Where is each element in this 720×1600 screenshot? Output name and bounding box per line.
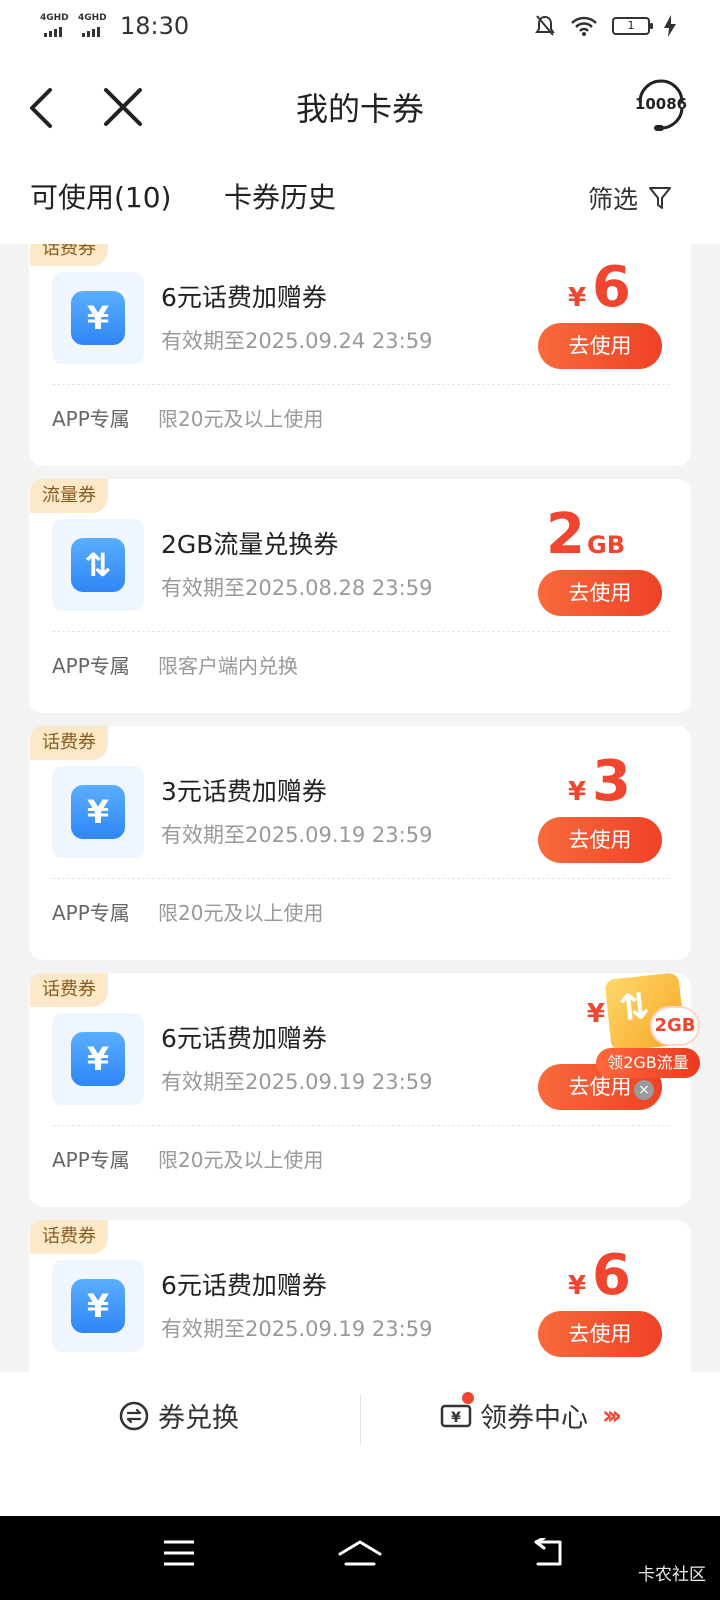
coupon-expiry: 有效期至2025.08.28 23:59 [161,576,433,600]
currency-symbol: ¥ [567,1271,587,1301]
divider [360,1394,361,1444]
promo-label[interactable]: 领2GB流量 [596,1048,700,1078]
coupon-condition: 限20元及以上使用 [158,1148,324,1172]
tab-available[interactable]: 可使用(10) [30,176,171,216]
ticket-icon: ¥ [440,1391,474,1432]
coupon-value: ¥6 [568,1246,631,1306]
coupon-value: 2 GB [546,505,625,565]
center-label: 领券中心 [480,1403,588,1434]
divider [52,878,670,879]
currency-symbol: ¥ [567,777,587,807]
tab-bar: 可使用(10) 卡券历史 筛选 [0,156,720,244]
bell-off-icon [535,15,555,36]
yuan-icon: ¥ [71,1279,125,1333]
back-nav-icon[interactable] [530,1538,566,1570]
watermark: 卡农社区 [638,1565,706,1585]
coupon-card[interactable]: 话费券 ¥ 6元话费加赠券 有效期至2025.09.19 23:59 ¥ 去使用… [29,973,691,1207]
coupon-icon-box: ¥ [52,766,144,858]
service-number: 10086 [634,95,688,113]
svg-text:¥: ¥ [451,1410,461,1426]
exchange-label: 券兑换 [158,1403,239,1434]
coupon-channel: APP专属 [52,1148,130,1172]
coupon-expiry: 有效期至2025.09.19 23:59 [161,1070,433,1094]
close-icon[interactable]: × [634,1080,654,1100]
home-icon[interactable] [336,1538,384,1572]
currency-symbol: ¥ [567,283,587,313]
signal-icon: 4GHD [78,13,108,39]
use-button[interactable]: 去使用 [538,1311,662,1357]
coupon-tag: 话费券 [30,244,108,266]
coupon-icon-box: ¥ [52,272,144,364]
coupon-expiry: 有效期至2025.09.19 23:59 [161,823,433,847]
value-number: 3 [592,749,631,814]
value-number: 6 [592,1243,631,1308]
coupon-name: 3元话费加赠券 [161,777,327,806]
coupon-condition: 限20元及以上使用 [158,407,324,431]
status-bar: 4GHD 4GHD 18:30 1 [0,0,720,56]
clock: 18:30 [120,12,190,40]
coupon-card[interactable]: 话费券 ¥ 6元话费加赠券 有效期至2025.09.19 23:59 ¥6 去使… [29,1220,691,1372]
tab-history[interactable]: 卡券历史 [224,176,336,216]
coupon-card[interactable]: 话费券 ¥ 3元话费加赠券 有效期至2025.09.19 23:59 ¥3 去使… [29,726,691,960]
coupon-tag: 流量券 [30,479,108,513]
coupon-name: 6元话费加赠券 [161,1271,327,1300]
yuan-icon: ¥ [71,785,125,839]
use-button[interactable]: 去使用 [538,323,662,369]
coupon-center-button[interactable]: ¥ 领券中心 ››› [440,1391,622,1435]
battery-icon: 1 [612,17,653,35]
coupon-value: ¥3 [568,752,631,812]
funnel-icon [649,187,671,209]
value-unit: GB [587,531,625,559]
menu-icon[interactable] [162,1538,196,1568]
coupon-exchange-button[interactable]: 券兑换 [118,1396,239,1435]
wifi-icon [571,16,597,36]
chevron-right-icon: ››› [602,1400,622,1431]
value-number: 6 [592,255,631,320]
divider [52,384,670,385]
data-transfer-icon: ⇅ [71,538,125,592]
filter-button[interactable]: 筛选 [588,180,672,216]
signal-icon: 4GHD [40,13,70,39]
coupon-condition: 限客户端内兑换 [158,654,298,678]
customer-service-button[interactable]: 10086 [632,78,690,134]
coupon-name: 6元话费加赠券 [161,1024,327,1053]
coupon-tag: 话费券 [30,726,108,760]
coupon-card[interactable]: 流量券 ⇅ 2GB流量兑换券 有效期至2025.08.28 23:59 2 GB … [29,479,691,713]
divider [52,1125,670,1126]
coupon-condition: 限20元及以上使用 [158,901,324,925]
coupon-tag: 话费券 [30,973,108,1007]
use-button[interactable]: 去使用 [538,570,662,616]
coupon-expiry: 有效期至2025.09.24 23:59 [161,329,433,353]
yuan-icon: ¥ [71,1032,125,1086]
coupon-expiry: 有效期至2025.09.19 23:59 [161,1317,433,1341]
coupon-icon-box: ¥ [52,1260,144,1352]
promo-badge: 2GB [650,1006,700,1046]
bottom-action-bar: 券兑换 ¥ 领券中心 ››› [0,1372,720,1516]
coupon-channel: APP专属 [52,901,130,925]
coupon-icon-box: ¥ [52,1013,144,1105]
notification-dot [462,1391,474,1404]
coupon-list[interactable]: 话费券 ¥ 6元话费加赠券 有效期至2025.09.24 23:59 ¥6 去使… [0,244,720,1372]
value-number: 2 [546,502,585,567]
coupon-name: 6元话费加赠券 [161,283,327,312]
use-button[interactable]: 去使用 [538,817,662,863]
yuan-icon: ¥ [71,291,125,345]
coupon-card[interactable]: 话费券 ¥ 6元话费加赠券 有效期至2025.09.24 23:59 ¥6 去使… [29,244,691,466]
nav-bar: 我的卡券 10086 [0,56,720,156]
coupon-value: ¥6 [568,258,631,318]
coupon-icon-box: ⇅ [52,519,144,611]
coupon-channel: APP专属 [52,407,130,431]
filter-label: 筛选 [587,185,638,214]
exchange-icon [119,1401,149,1430]
charging-icon [664,15,676,37]
page-title: 我的卡券 [295,90,424,128]
system-nav-bar: 卡农社区 [0,1516,720,1600]
coupon-name: 2GB流量兑换券 [161,530,339,559]
coupon-tag: 话费券 [30,1220,108,1254]
divider [52,631,670,632]
coupon-channel: APP专属 [52,654,130,678]
floating-promo[interactable]: ⇅ 2GB 领2GB流量 × [596,972,704,1102]
